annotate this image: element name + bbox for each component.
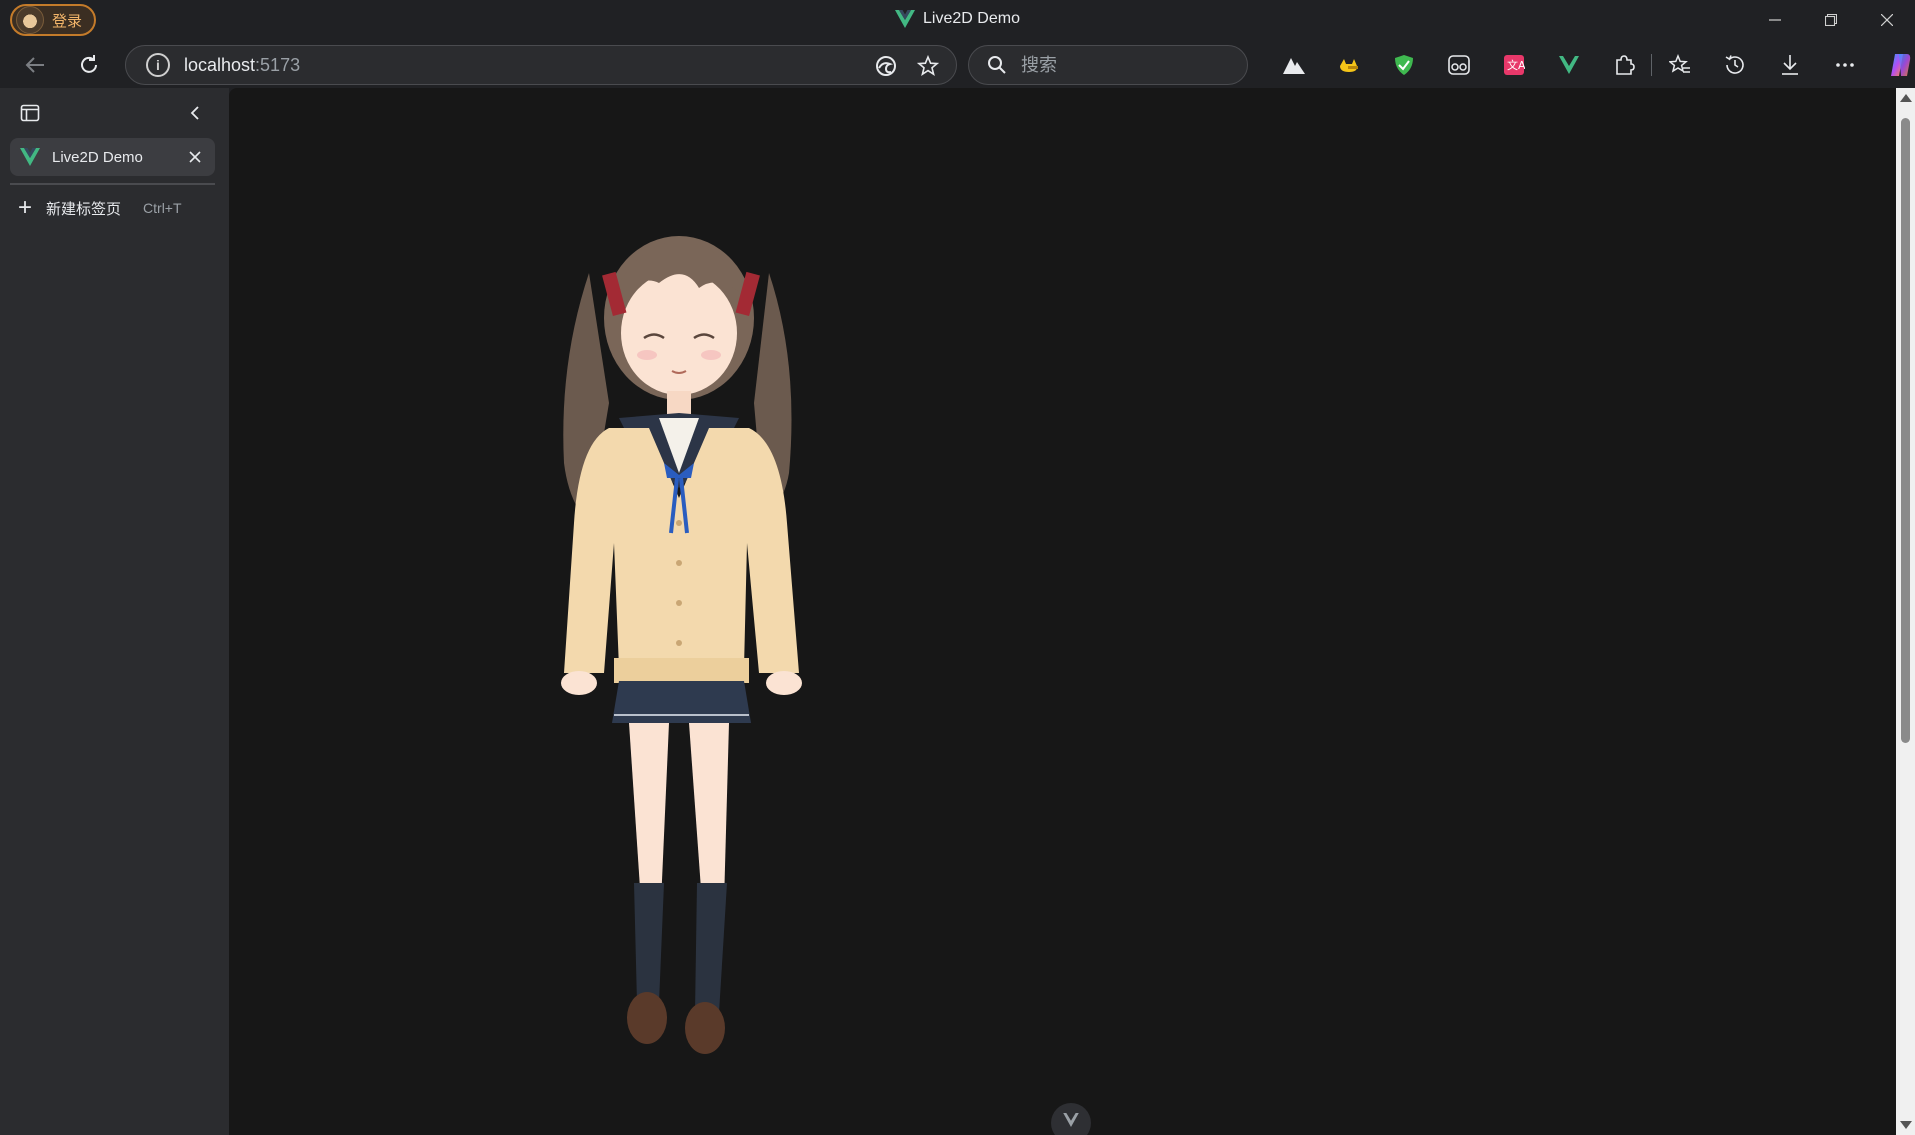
address-port: :5173 — [255, 54, 301, 75]
extension-translate[interactable]: 文A — [1486, 46, 1541, 84]
live2d-character-model[interactable] — [519, 203, 859, 1133]
collapse-sidebar-button[interactable] — [180, 98, 210, 128]
favorite-star-button[interactable] — [914, 52, 942, 80]
extension-mountain[interactable] — [1266, 46, 1321, 84]
title-bar: 登录 Live2D Demo — [0, 0, 1915, 42]
tab-live2d-demo[interactable]: Live2D Demo — [10, 138, 215, 176]
translate-icon: 文A — [1503, 55, 1525, 75]
extensions-button[interactable] — [1596, 46, 1651, 84]
new-tab-button[interactable]: + 新建标签页 Ctrl+T — [18, 196, 182, 220]
close-icon — [1881, 14, 1893, 26]
window-title: Live2D Demo — [0, 10, 1915, 28]
extensions-row: 文A — [1266, 46, 1915, 84]
restore-icon — [1825, 14, 1837, 26]
tab-actions-button[interactable] — [15, 98, 45, 128]
address-bar[interactable]: i localhost:5173 — [125, 45, 957, 85]
tab-layout-icon — [20, 104, 40, 122]
tab-label: Live2D Demo — [52, 148, 143, 166]
vue-favicon-icon — [20, 148, 40, 166]
extension-cat[interactable] — [1321, 46, 1376, 84]
vue-logo-icon — [1063, 1113, 1079, 1127]
cat-icon — [1339, 59, 1358, 72]
close-window-button[interactable] — [1859, 0, 1915, 40]
chevron-left-icon — [190, 106, 199, 120]
plus-icon: + — [18, 194, 33, 221]
scroll-thumb[interactable] — [1901, 118, 1910, 743]
more-menu-button[interactable] — [1817, 46, 1872, 84]
scroll-up-arrow-icon[interactable] — [1900, 94, 1912, 102]
favorites-button[interactable] — [1652, 46, 1707, 84]
refresh-button[interactable] — [71, 47, 107, 83]
extension-glasses[interactable] — [1431, 46, 1486, 84]
address-actions — [872, 52, 942, 80]
downloads-button[interactable] — [1762, 46, 1817, 84]
navigation-toolbar: i localhost:5173 文A — [0, 42, 1915, 88]
restore-button[interactable] — [1803, 0, 1859, 40]
puzzle-icon — [1615, 55, 1635, 75]
vue-devtools-icon — [1558, 56, 1579, 74]
sidebar-divider — [10, 183, 215, 185]
scroll-down-arrow-icon[interactable] — [1900, 1121, 1912, 1129]
back-button[interactable] — [17, 47, 53, 83]
back-arrow-icon — [25, 57, 44, 73]
tab-close-button[interactable] — [183, 145, 207, 169]
mountain-icon — [1282, 58, 1305, 74]
page-scrollbar[interactable] — [1896, 88, 1915, 1135]
favorites-icon — [1668, 54, 1690, 73]
more-icon — [1835, 63, 1854, 67]
search-box[interactable] — [968, 45, 1248, 85]
history-icon — [1725, 55, 1744, 74]
new-tab-label: 新建标签页 — [46, 200, 122, 218]
copilot-button[interactable] — [1872, 46, 1915, 84]
vertical-tabs-sidebar: Live2D Demo + 新建标签页 Ctrl+T — [0, 88, 229, 1135]
star-icon — [917, 55, 939, 76]
app-available-button[interactable] — [872, 52, 900, 80]
search-icon — [988, 56, 1006, 74]
glasses-icon — [1447, 55, 1470, 75]
copilot-icon — [1890, 54, 1910, 76]
svg-text:文A: 文A — [1507, 58, 1525, 72]
site-info-icon[interactable]: i — [146, 53, 170, 77]
vue-devtools-toggle[interactable] — [1051, 1103, 1091, 1135]
window-controls — [1747, 0, 1915, 40]
extension-shield[interactable] — [1376, 46, 1431, 84]
refresh-icon — [81, 55, 97, 73]
minimize-icon — [1769, 19, 1781, 21]
edge-app-icon — [876, 56, 896, 76]
vue-logo-icon — [895, 10, 916, 28]
search-input[interactable] — [1021, 54, 1211, 76]
window-title-text: Live2D Demo — [923, 10, 1020, 27]
minimize-button[interactable] — [1747, 0, 1803, 40]
page-viewport — [229, 88, 1896, 1135]
history-button[interactable] — [1707, 46, 1762, 84]
new-tab-shortcut: Ctrl+T — [143, 200, 182, 216]
shield-check-icon — [1394, 55, 1413, 75]
sidebar-header — [0, 98, 229, 128]
address-host: localhost — [184, 54, 256, 75]
close-icon — [189, 151, 201, 163]
download-icon — [1781, 55, 1798, 75]
extension-vue-devtools[interactable] — [1541, 46, 1596, 84]
